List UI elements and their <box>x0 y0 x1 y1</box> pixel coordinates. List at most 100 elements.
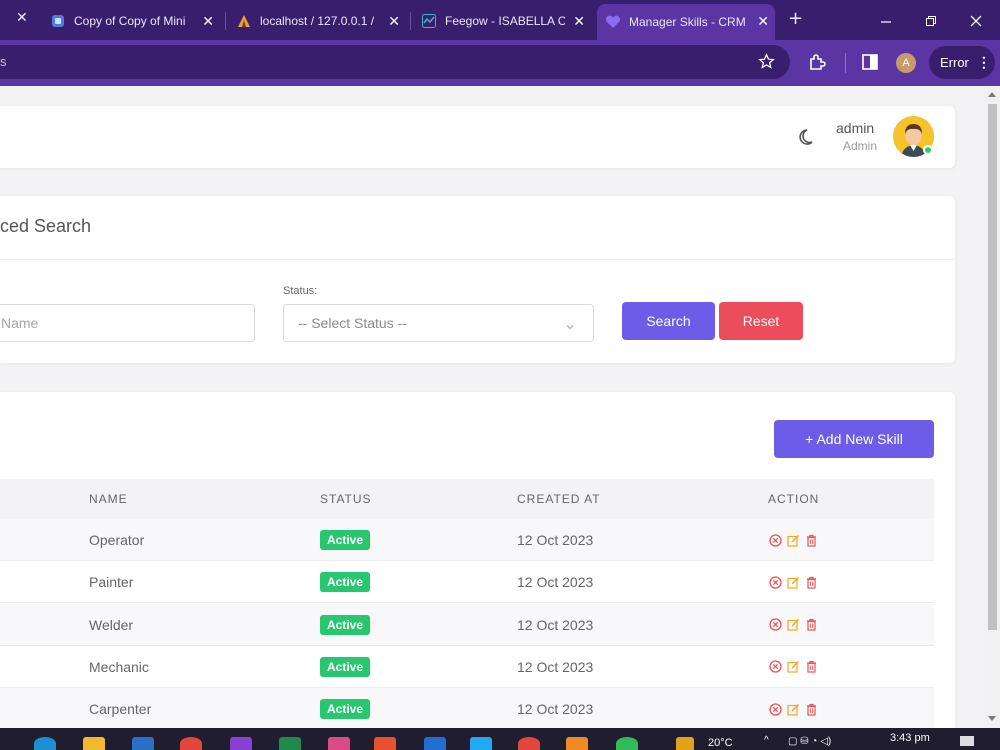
clock-time[interactable]: 3:43 pm <box>890 732 930 744</box>
new-tab-button[interactable]: + <box>788 8 803 29</box>
git-icon[interactable] <box>374 737 396 750</box>
chevron-down-icon <box>565 317 575 336</box>
skill-name: Carpenter <box>89 701 152 718</box>
profile-avatar[interactable]: A <box>896 53 916 73</box>
address-bar[interactable]: s <box>0 45 790 79</box>
scroll-thumb[interactable] <box>988 104 997 630</box>
created-at: 12 Oct 2023 <box>517 616 594 633</box>
mail-icon[interactable] <box>132 737 154 750</box>
status-badge: Active <box>320 530 371 550</box>
chrome-icon[interactable] <box>180 737 202 750</box>
skill-name: Operator <box>89 532 145 548</box>
table-header: NAME STATUS CREATED AT ACTION <box>0 479 934 519</box>
scroll-up-icon[interactable] <box>988 92 996 97</box>
edit-icon[interactable] <box>786 702 800 716</box>
delete-icon[interactable] <box>804 618 818 632</box>
skill-name: Mechanic <box>89 658 149 675</box>
whatsapp-icon[interactable] <box>616 737 638 750</box>
column-header-created-at[interactable]: CREATED AT <box>517 492 601 506</box>
vs-icon[interactable] <box>230 737 252 750</box>
browser-tab-1[interactable]: Copy of Copy of Mini ✕ <box>50 6 220 36</box>
skill-name: Welder <box>89 616 134 633</box>
table-row: Operator Active 12 Oct 2023 <box>0 519 934 561</box>
page-content: admin Admin ced Search Name Status: -- S… <box>0 86 984 728</box>
tray-icons[interactable]: ▢ ⛁ ◔ ◁) <box>788 736 831 747</box>
side-panel-icon[interactable] <box>862 54 878 74</box>
minimize-icon[interactable] <box>880 12 892 31</box>
deactivate-icon[interactable] <box>768 702 782 716</box>
deactivate-icon[interactable] <box>768 660 782 674</box>
edit-icon[interactable] <box>786 533 800 547</box>
menu-dots-icon: ⋮ <box>976 54 991 70</box>
row-actions <box>768 533 818 547</box>
reset-button[interactable]: Reset <box>719 302 803 340</box>
deactivate-icon[interactable] <box>768 618 782 632</box>
tab-close-icon[interactable]: ✕ <box>202 13 214 30</box>
created-at: 12 Oct 2023 <box>517 658 594 675</box>
delete-icon[interactable] <box>804 575 818 589</box>
chrome-active-icon[interactable] <box>518 737 540 750</box>
os-taskbar: 20°C ^ ▢ ⛁ ◔ ◁) 3:43 pm <box>0 728 1000 750</box>
deactivate-icon[interactable] <box>768 533 782 547</box>
restore-icon[interactable] <box>925 12 937 31</box>
scroll-down-icon[interactable] <box>988 716 996 721</box>
row-actions <box>768 702 818 716</box>
online-status-dot <box>923 145 933 155</box>
tab-title: Feegow - ISABELLA C <box>445 14 565 28</box>
browser-tabstrip: ✕ Copy of Copy of Mini ✕ localhost / 127… <box>0 0 1000 40</box>
status-badge: Active <box>320 699 371 720</box>
deactivate-icon[interactable] <box>768 575 782 589</box>
tab-title: localhost / 127.0.0.1 / <box>260 14 375 28</box>
delete-icon[interactable] <box>804 533 818 547</box>
row-actions <box>768 660 818 674</box>
star-icon[interactable] <box>758 53 775 74</box>
address-text: s <box>0 54 7 69</box>
tab-close-icon[interactable]: ✕ <box>757 13 769 30</box>
moon-icon[interactable] <box>797 126 819 152</box>
store-icon[interactable] <box>279 737 301 750</box>
browser-tab-active[interactable]: Manager Skills - CRM ✕ <box>597 4 775 40</box>
slack-icon[interactable] <box>328 737 350 750</box>
edit-icon[interactable] <box>786 575 800 589</box>
table-row: Welder Active 12 Oct 2023 <box>0 603 934 646</box>
xampp-icon[interactable] <box>566 737 588 750</box>
name-placeholder: Name <box>1 315 39 331</box>
name-search-input[interactable]: Name <box>0 304 255 342</box>
status-select[interactable]: -- Select Status -- <box>283 304 594 342</box>
created-at: 12 Oct 2023 <box>517 532 594 548</box>
table-row: Mechanic Active 12 Oct 2023 <box>0 646 934 688</box>
edit-icon[interactable] <box>786 660 800 674</box>
tab-close-icon[interactable]: ✕ <box>16 10 28 26</box>
tab-separator <box>410 12 411 30</box>
powershell-icon[interactable] <box>424 737 446 750</box>
browser-tab-2[interactable]: localhost / 127.0.0.1 / ✕ <box>236 6 406 36</box>
tab-close-icon[interactable]: ✕ <box>388 13 400 30</box>
delete-icon[interactable] <box>804 702 818 716</box>
delete-icon[interactable] <box>804 660 818 674</box>
divider <box>0 259 955 260</box>
file-explorer-icon[interactable] <box>83 737 105 750</box>
feegow-icon <box>421 13 437 29</box>
page-scrollbar[interactable] <box>984 86 1000 728</box>
extensions-icon[interactable] <box>808 53 826 75</box>
column-header-name[interactable]: NAME <box>89 492 128 506</box>
browser-tab-3[interactable]: Feegow - ISABELLA C ✕ <box>421 6 591 36</box>
weather-icon[interactable] <box>676 737 694 750</box>
notification-icon[interactable] <box>960 736 974 746</box>
toolbar-divider <box>845 53 846 73</box>
table-row: Carpenter Active 12 Oct 2023 <box>0 688 934 728</box>
chevron-up-icon[interactable]: ^ <box>764 735 769 746</box>
status-badge: Active <box>320 614 371 635</box>
search-button[interactable]: Search <box>622 302 715 340</box>
error-chip[interactable]: Error ⋮ <box>929 46 995 79</box>
row-actions <box>768 575 818 589</box>
user-name[interactable]: admin <box>836 120 874 136</box>
add-new-skill-button[interactable]: + Add New Skill <box>774 420 934 458</box>
column-header-status[interactable]: STATUS <box>320 492 372 506</box>
window-close-icon[interactable] <box>970 12 982 31</box>
edit-icon[interactable] <box>786 618 800 632</box>
tab-close-icon[interactable]: ✕ <box>573 13 585 30</box>
vscode-icon[interactable] <box>470 737 492 750</box>
weather-temperature[interactable]: 20°C <box>708 737 733 749</box>
edge-icon[interactable] <box>34 737 56 750</box>
